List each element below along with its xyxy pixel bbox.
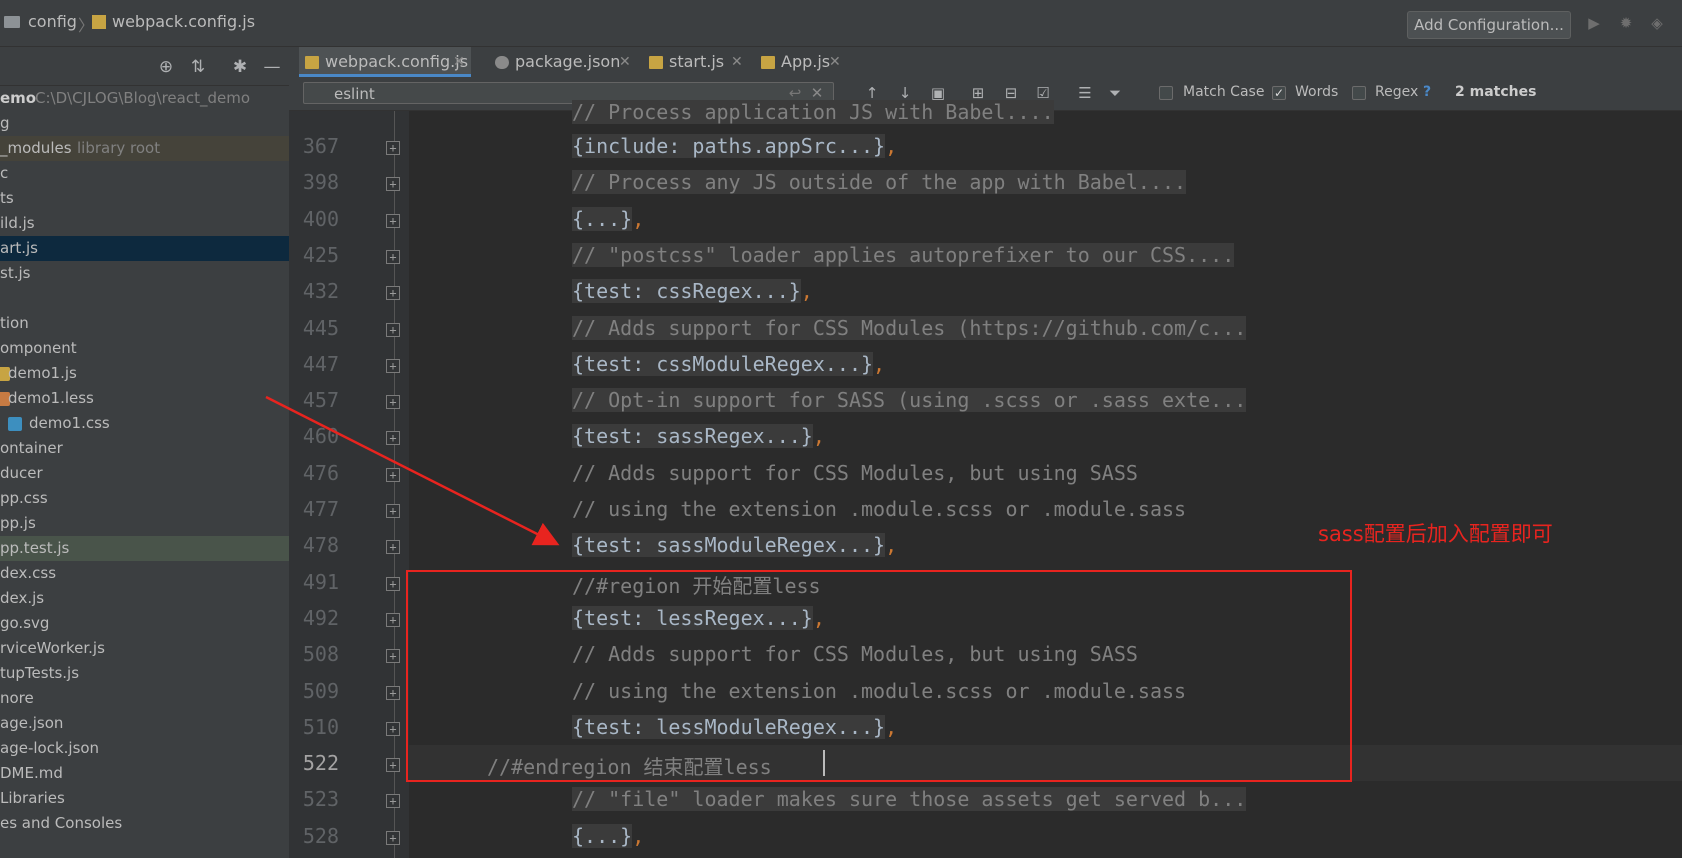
annotation-highlight-box — [406, 570, 1352, 782]
annotation-text: sass配置后加入配置即可 — [1318, 522, 1553, 546]
